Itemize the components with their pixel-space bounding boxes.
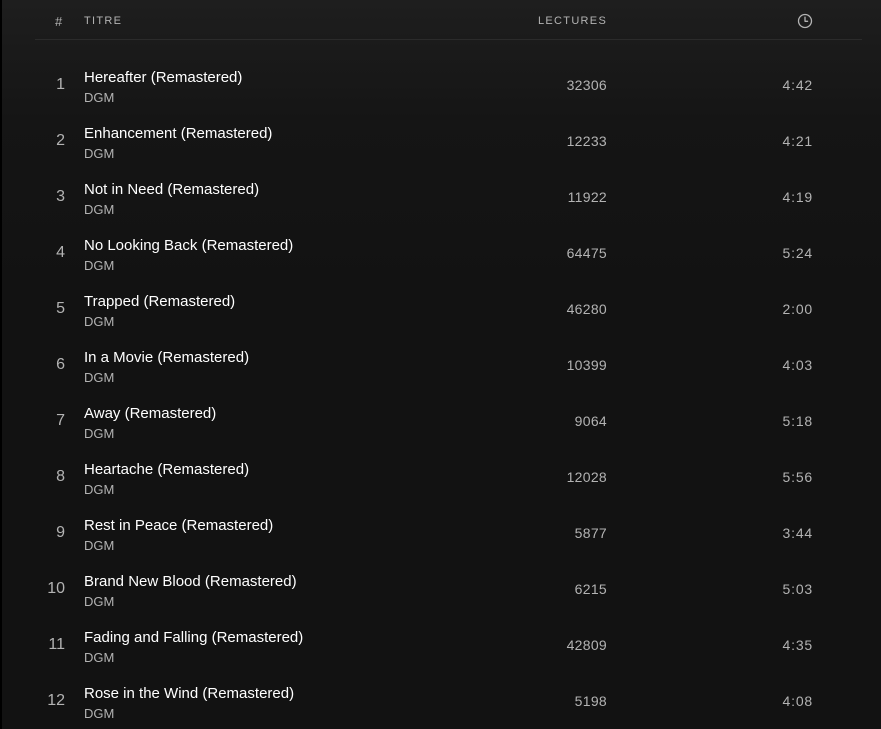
track-title[interactable]: Away (Remastered) [84, 405, 216, 422]
track-artist-link[interactable]: DGM [84, 314, 114, 329]
track-play-count: 12233 [566, 133, 607, 149]
track-row[interactable]: 1 Hereafter (Remastered) DGM 32306 4:42 [35, 57, 862, 113]
track-duration: 4:19 [782, 189, 813, 205]
track-duration: 4:03 [782, 357, 813, 373]
track-title[interactable]: Brand New Blood (Remastered) [84, 573, 297, 590]
track-number: 9 [56, 524, 65, 541]
tracklist-header: # TITRE LECTURES [35, 0, 862, 40]
track-row[interactable]: 5 Trapped (Remastered) DGM 46280 2:00 [35, 281, 862, 337]
track-number: 7 [56, 412, 65, 429]
track-title[interactable]: Heartache (Remastered) [84, 461, 249, 478]
track-row[interactable]: 12 Rose in the Wind (Remastered) DGM 519… [35, 673, 862, 729]
track-row[interactable]: 3 Not in Need (Remastered) DGM 11922 4:1… [35, 169, 862, 225]
track-title[interactable]: Hereafter (Remastered) [84, 69, 242, 86]
track-title[interactable]: No Looking Back (Remastered) [84, 237, 293, 254]
track-duration: 2:00 [782, 301, 813, 317]
track-duration: 4:08 [782, 693, 813, 709]
track-list: 1 Hereafter (Remastered) DGM 32306 4:42 … [35, 57, 862, 729]
track-play-count: 46280 [566, 301, 607, 317]
tracklist-panel: # TITRE LECTURES 1 Hereafter (Remastered… [0, 0, 881, 729]
track-number: 3 [56, 188, 65, 205]
track-play-count: 32306 [566, 77, 607, 93]
track-row[interactable]: 2 Enhancement (Remastered) DGM 12233 4:2… [35, 113, 862, 169]
track-artist-link[interactable]: DGM [84, 650, 114, 665]
track-number: 8 [56, 468, 65, 485]
track-artist-link[interactable]: DGM [84, 426, 114, 441]
track-number: 4 [56, 244, 65, 261]
track-number: 11 [48, 636, 65, 653]
track-artist-link[interactable]: DGM [84, 594, 114, 609]
track-artist-link[interactable]: DGM [84, 90, 114, 105]
track-play-count: 9064 [574, 413, 607, 429]
track-number: 1 [56, 76, 65, 93]
track-artist-link[interactable]: DGM [84, 538, 114, 553]
track-title[interactable]: Rest in Peace (Remastered) [84, 517, 273, 534]
track-number: 2 [56, 132, 65, 149]
track-duration: 4:35 [782, 637, 813, 653]
track-number: 5 [56, 300, 65, 317]
track-row[interactable]: 7 Away (Remastered) DGM 9064 5:18 [35, 393, 862, 449]
track-duration: 4:21 [782, 133, 813, 149]
track-play-count: 5198 [574, 693, 607, 709]
track-artist-link[interactable]: DGM [84, 482, 114, 497]
track-play-count: 5877 [574, 525, 607, 541]
track-duration: 4:42 [782, 77, 813, 93]
track-play-count: 42809 [566, 637, 607, 653]
track-play-count: 10399 [566, 357, 607, 373]
track-play-count: 11922 [567, 189, 607, 205]
track-title[interactable]: Rose in the Wind (Remastered) [84, 685, 294, 702]
plays-column-header[interactable]: LECTURES [538, 15, 607, 27]
track-duration: 5:18 [782, 413, 813, 429]
track-duration: 5:03 [782, 581, 813, 597]
track-row[interactable]: 6 In a Movie (Remastered) DGM 10399 4:03 [35, 337, 862, 393]
track-title[interactable]: Not in Need (Remastered) [84, 181, 259, 198]
track-number: 6 [56, 356, 65, 373]
track-duration: 5:56 [782, 469, 813, 485]
track-artist-link[interactable]: DGM [84, 258, 114, 273]
track-duration: 5:24 [782, 245, 813, 261]
track-row[interactable]: 8 Heartache (Remastered) DGM 12028 5:56 [35, 449, 862, 505]
clock-icon[interactable] [797, 13, 813, 29]
track-title[interactable]: In a Movie (Remastered) [84, 349, 249, 366]
track-title[interactable]: Trapped (Remastered) [84, 293, 235, 310]
track-row[interactable]: 4 No Looking Back (Remastered) DGM 64475… [35, 225, 862, 281]
track-number: 10 [47, 580, 65, 597]
track-number: 12 [47, 692, 65, 709]
panel-divider [0, 0, 2, 729]
track-artist-link[interactable]: DGM [84, 706, 114, 721]
number-column-header: # [55, 14, 63, 29]
title-column-header[interactable]: TITRE [84, 15, 122, 27]
track-title[interactable]: Enhancement (Remastered) [84, 125, 272, 142]
track-play-count: 64475 [566, 245, 607, 261]
track-duration: 3:44 [782, 525, 813, 541]
track-play-count: 12028 [566, 469, 607, 485]
track-artist-link[interactable]: DGM [84, 146, 114, 161]
track-artist-link[interactable]: DGM [84, 370, 114, 385]
track-row[interactable]: 10 Brand New Blood (Remastered) DGM 6215… [35, 561, 862, 617]
track-title[interactable]: Fading and Falling (Remastered) [84, 629, 303, 646]
track-row[interactable]: 9 Rest in Peace (Remastered) DGM 5877 3:… [35, 505, 862, 561]
track-row[interactable]: 11 Fading and Falling (Remastered) DGM 4… [35, 617, 862, 673]
track-artist-link[interactable]: DGM [84, 202, 114, 217]
track-play-count: 6215 [574, 581, 607, 597]
